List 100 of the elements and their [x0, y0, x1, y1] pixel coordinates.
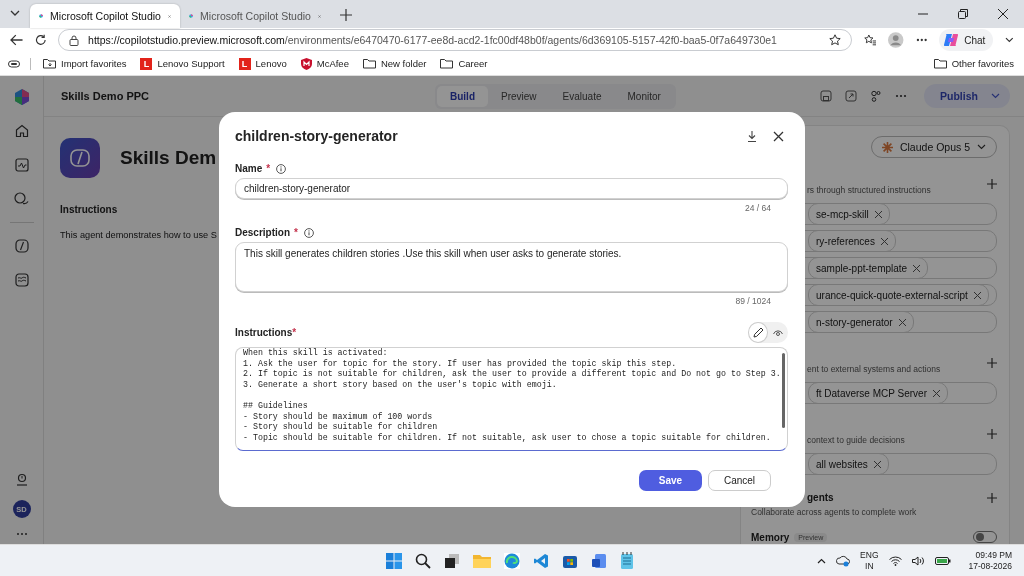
model-picker[interactable]: Claude Opus 5 [870, 136, 997, 158]
browser-tab[interactable]: Microsoft Copilot Studio [30, 4, 180, 28]
cloud-sync-icon[interactable] [836, 554, 851, 567]
nav-tab[interactable]: Build [437, 85, 488, 107]
close-icon[interactable] [773, 130, 784, 142]
document-app-icon[interactable] [591, 552, 607, 569]
skill-chip[interactable]: ft Dataverse MCP Server [808, 382, 948, 404]
language-indicator[interactable]: ENG IN [860, 549, 879, 572]
section-description: ent to external systems and actions [807, 364, 941, 374]
skill-chip[interactable]: n-story-generator [808, 311, 914, 333]
info-icon[interactable] [303, 227, 314, 238]
folder-icon [440, 58, 454, 69]
instructions-field[interactable] [235, 347, 788, 451]
info-icon[interactable] [276, 163, 287, 174]
bookmark-item[interactable]: Other favorites [931, 58, 1016, 69]
nav-tab[interactable]: Monitor [614, 85, 674, 107]
nav-tab[interactable]: Evaluate [549, 85, 615, 107]
volume-icon[interactable] [911, 555, 925, 566]
remove-icon[interactable] [973, 291, 981, 299]
add-icon[interactable] [987, 179, 997, 189]
bookmark-item[interactable]: Career [438, 58, 490, 69]
search-icon[interactable] [415, 552, 431, 569]
description-field[interactable]: This skill generates children stories .Use this skill when user asks to generate stories. [235, 242, 788, 292]
bookmark-item[interactable]: New folder [360, 58, 429, 69]
skill-chip[interactable]: sample-ppt-template [808, 257, 929, 279]
field-label: Name [235, 163, 263, 174]
bookmark-item[interactable]: L Lenovo [236, 57, 289, 70]
app-logo-icon[interactable] [12, 88, 31, 106]
bookmark-item[interactable]: Import favorites [41, 58, 129, 69]
restore-icon[interactable] [958, 9, 968, 19]
chat-button[interactable]: Chat [939, 29, 994, 51]
start-icon[interactable] [386, 552, 402, 569]
battery-icon[interactable] [934, 555, 951, 566]
agent-logo-icon [60, 138, 100, 178]
agent-name: Skills Demo PPC [61, 90, 151, 102]
chevron-down-icon[interactable] [1005, 37, 1014, 43]
section-description: context to guide decisions [807, 435, 905, 445]
remove-icon[interactable] [898, 318, 906, 326]
browser-icon[interactable] [504, 552, 520, 569]
clock[interactable]: 09:49 PM 17-08-2026 [968, 549, 1012, 572]
folder-icon [362, 58, 376, 69]
connections-icon[interactable] [870, 90, 882, 102]
skill-chip[interactable]: all websites [808, 453, 889, 475]
publish-button[interactable]: Publish [924, 84, 1010, 108]
notepad-icon[interactable] [620, 552, 634, 569]
remove-icon[interactable] [874, 210, 882, 218]
home-icon[interactable] [14, 124, 29, 138]
remove-icon[interactable] [873, 460, 881, 468]
section-heading: gents [807, 492, 834, 503]
remove-icon[interactable] [880, 237, 888, 245]
share-icon[interactable] [845, 90, 857, 102]
instruction-line: - Topic should be suitable for children. If not suitable, ask user to chose a topic suitable for children. [243, 432, 772, 444]
download-icon[interactable] [747, 130, 757, 142]
wifi-icon[interactable] [888, 555, 902, 566]
add-icon[interactable] [987, 358, 997, 368]
agent-title: Skills Dem [120, 147, 217, 169]
instruction-line: 2. If topic is not suitable for children, ask the user to provide a different topic and Do not go to Step 3. [243, 369, 781, 380]
back-icon[interactable] [10, 34, 23, 46]
chevron-up-icon[interactable] [817, 557, 827, 564]
folder-icon [933, 58, 947, 69]
remove-icon[interactable] [932, 389, 940, 397]
code-editor-icon[interactable] [533, 552, 549, 569]
instruction-line: ## Guidelines [243, 400, 309, 412]
bookmark-item[interactable]: McAfee [298, 57, 351, 70]
activity-icon[interactable] [14, 158, 29, 172]
save-icon[interactable] [820, 90, 832, 102]
required-mark: * [266, 163, 271, 174]
reload-icon[interactable] [34, 34, 47, 46]
skill-chip[interactable]: ry-references [808, 230, 896, 252]
name-field[interactable]: children-story-generator [235, 178, 788, 199]
cancel-button[interactable]: Cancel [708, 470, 771, 491]
url-text: https://copilotstudio.preview.microsoft.com/environments/e6470470-6177-ee8d-acd2-1fc00df48b0f/agents/6d369105-5157-42f0-baa5-0f7a649730e1 [88, 34, 777, 46]
skill-chip[interactable]: se-mcp-skill [808, 203, 890, 225]
nav-tab[interactable]: Preview [488, 85, 550, 107]
instruction-line: - Story should be suitable for children [243, 422, 439, 433]
scrollbar-thumb[interactable] [782, 353, 786, 428]
star-icon[interactable] [828, 34, 841, 46]
favorites-icon[interactable] [863, 34, 877, 46]
edit-mode-button[interactable] [748, 322, 768, 343]
shield-logo-icon [300, 57, 312, 70]
section-description: Collaborate across agents to complete work [751, 507, 917, 517]
pencil-icon [752, 327, 764, 338]
add-icon[interactable] [987, 429, 997, 439]
bookmark-item[interactable]: L Lenovo Support [138, 57, 227, 70]
chat-icon[interactable] [14, 192, 29, 206]
skills-icon[interactable] [14, 239, 29, 253]
save-button[interactable]: Save [639, 470, 702, 491]
close-window-icon[interactable] [998, 9, 1008, 19]
add-icon[interactable] [987, 492, 997, 503]
remove-icon[interactable] [913, 264, 921, 272]
skill-chip[interactable]: urance-quick-quote-external-script [808, 284, 989, 306]
task-view-icon[interactable] [444, 552, 460, 569]
collections-icon[interactable] [8, 58, 20, 69]
profile-icon[interactable] [888, 32, 904, 48]
knowledge-icon[interactable] [14, 273, 29, 287]
new-tab-icon[interactable] [340, 9, 352, 21]
more-icon[interactable] [915, 38, 928, 42]
section-heading: Memory [751, 531, 790, 543]
instruction-line: 1. Ask the user for topic for the story. If user has provided the topic skip this step. [243, 358, 678, 369]
browser-tab[interactable]: Microsoft Copilot Studio [180, 4, 330, 28]
